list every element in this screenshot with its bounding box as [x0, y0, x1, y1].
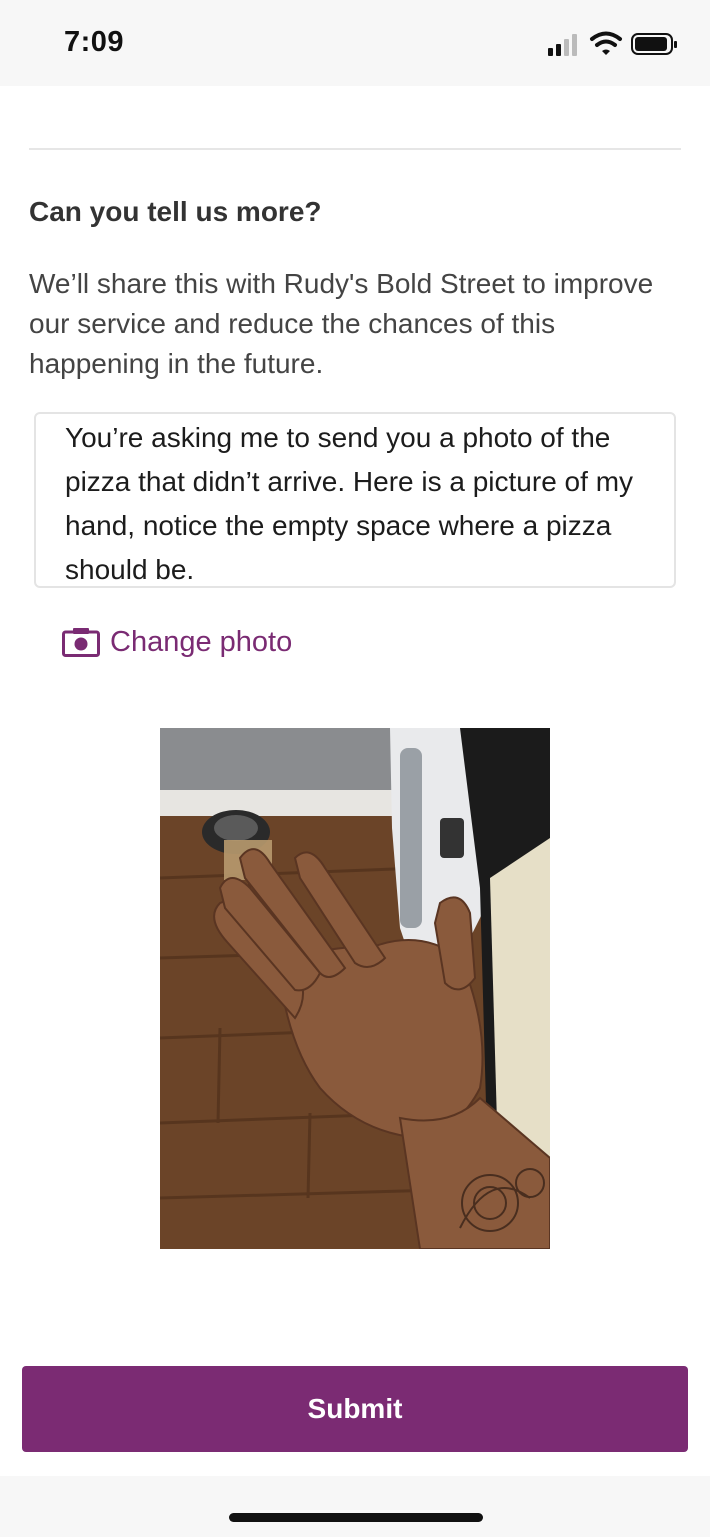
signal-icon	[548, 34, 577, 56]
status-bar: 7:09	[0, 0, 710, 86]
feedback-textarea[interactable]: You’re asking me to send you a photo of …	[34, 412, 676, 588]
status-time: 7:09	[64, 26, 125, 58]
form-heading: Can you tell us more?	[29, 196, 322, 227]
form-description: We’ll share this with Rudy's Bold Street…	[29, 268, 654, 379]
camera-icon	[62, 628, 100, 657]
submit-button[interactable]: Submit	[22, 1366, 688, 1452]
feedback-text: You’re asking me to send you a photo of …	[65, 422, 634, 585]
status-icons	[548, 30, 678, 58]
change-photo-button[interactable]: Change photo	[62, 620, 292, 664]
battery-icon	[631, 33, 677, 55]
bottom-safe-area	[0, 1476, 710, 1537]
home-indicator[interactable]	[229, 1513, 483, 1522]
change-photo-label: Change photo	[110, 625, 293, 658]
divider	[29, 148, 681, 150]
uploaded-photo	[160, 728, 550, 1249]
wifi-icon	[590, 31, 622, 55]
